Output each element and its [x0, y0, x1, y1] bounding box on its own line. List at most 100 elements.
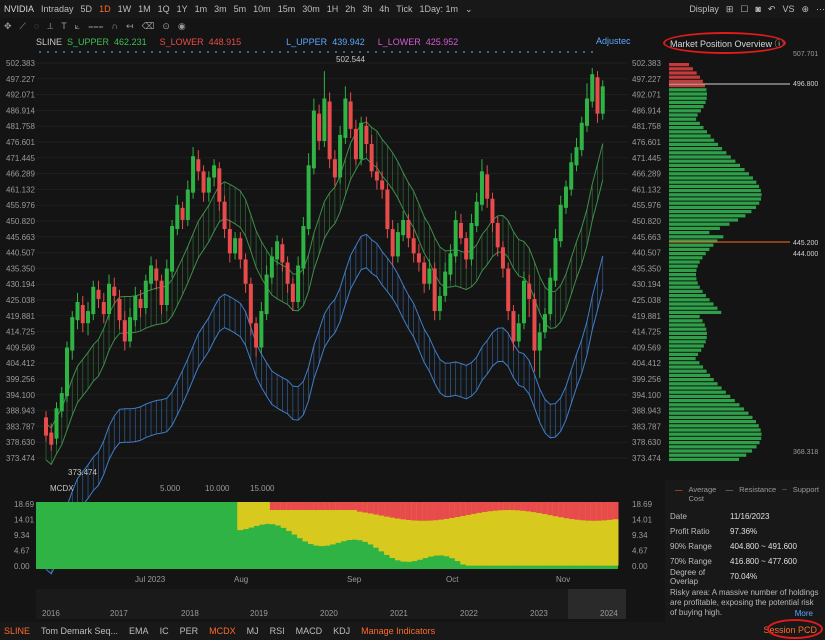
price-axis-label-right: 409.569 — [632, 343, 661, 352]
fib-tool-icon[interactable]: ⩶ — [88, 21, 103, 32]
ind-ema[interactable]: EMA — [129, 626, 149, 636]
legend-average-cost-swatch: — — [675, 485, 683, 494]
candle-body — [422, 262, 427, 284]
candle-body — [54, 408, 59, 439]
ind-mcdx[interactable]: MCDX — [209, 626, 236, 636]
mcdx-yellow-bar — [509, 502, 516, 566]
mpo-level-3: 444.000 — [793, 251, 818, 258]
interval-intraday[interactable]: Intraday — [41, 4, 74, 14]
year-label: 2020 — [320, 609, 338, 618]
profile-bar — [669, 222, 730, 226]
price-axis-label-right: 419.881 — [632, 312, 661, 321]
profile-bar — [669, 92, 707, 96]
interval-30m[interactable]: 30m — [302, 4, 320, 14]
interval-1d[interactable]: 1D — [99, 4, 111, 14]
layout-icon[interactable]: ⊞ — [726, 4, 734, 15]
s-upper-value: 462.231 — [114, 37, 147, 47]
main-chart[interactable]: 502.383 502.383 497.227 497.227 492.071 492.0… — [0, 49, 665, 622]
eraser-icon[interactable]: ⌫ — [142, 21, 155, 32]
shape-tool-icon[interactable]: ◌ — [34, 21, 39, 31]
interval-1m[interactable]: 1M — [138, 4, 151, 14]
ind-ic[interactable]: IC — [160, 626, 169, 636]
crosshair-icon[interactable]: ✥ — [4, 21, 12, 32]
interval-1day-1m[interactable]: 1Day: 1m — [419, 4, 458, 14]
more-icon[interactable]: ⋯ — [816, 4, 825, 15]
profile-bar — [669, 113, 698, 117]
manage-indicators[interactable]: Manage Indicators — [361, 626, 435, 636]
undo-icon[interactable]: ↶ — [768, 4, 776, 15]
profile-bar — [669, 172, 749, 176]
candle-body — [469, 223, 474, 260]
price-axis-label: 399.256 — [6, 375, 35, 384]
vs-button[interactable]: VS — [782, 4, 794, 14]
interval-5d[interactable]: 5D — [81, 4, 93, 14]
magnet-icon[interactable]: ∩ — [112, 21, 118, 31]
chevron-down-icon[interactable]: ⌄ — [465, 4, 473, 15]
interval-1q[interactable]: 1Q — [158, 4, 170, 14]
adjusted-label[interactable]: Adjustec — [596, 36, 631, 46]
price-axis-label: 466.289 — [6, 170, 35, 179]
mcdx-red-bar — [307, 502, 314, 511]
ind-per[interactable]: PER — [180, 626, 199, 636]
signal-dot — [231, 51, 233, 53]
display-button[interactable]: Display — [689, 4, 719, 14]
interval-10m[interactable]: 10m — [253, 4, 271, 14]
interval-1h[interactable]: 1H — [327, 4, 339, 14]
mcdx-yellow-bar — [514, 502, 521, 566]
interval-3h[interactable]: 3h — [362, 4, 372, 14]
mcdx-red-bar — [433, 502, 440, 521]
interval-3m[interactable]: 3m — [214, 4, 227, 14]
price-axis-label-right: 430.194 — [632, 280, 661, 289]
mcdx-red-bar — [297, 502, 304, 511]
signal-dot — [263, 51, 265, 53]
profile-bar — [669, 306, 718, 310]
camera-icon[interactable]: ◙ — [755, 4, 760, 14]
interval-1min[interactable]: 1m — [195, 4, 208, 14]
mcdx-red-bar — [291, 502, 298, 511]
sline-name[interactable]: SLINE — [36, 37, 62, 47]
pattern-tool-icon[interactable]: ⟀ — [75, 21, 80, 32]
ind-sline[interactable]: SLINE — [4, 626, 30, 636]
profile-bar — [669, 411, 749, 415]
price-axis-label: 409.569 — [6, 343, 35, 352]
mcdx-yellow-bar — [498, 502, 505, 566]
price-axis-label-right: 378.630 — [632, 438, 661, 447]
ind-kdj[interactable]: KDJ — [333, 626, 350, 636]
mpo-legend: — Average Cost — Resistance ┈ Support — [665, 480, 825, 509]
signal-dot — [343, 51, 345, 53]
ind-rsi[interactable]: RSI — [270, 626, 285, 636]
mcdx-axis-label: 0.00 — [14, 562, 30, 571]
eye-icon[interactable]: ◉ — [178, 21, 186, 32]
year-label: 2023 — [530, 609, 548, 618]
pin-icon[interactable]: ⊕ — [801, 4, 809, 15]
candle-body — [584, 98, 589, 126]
profile-bar — [669, 344, 704, 348]
ind-mj[interactable]: MJ — [247, 626, 259, 636]
low-label: 373.474 — [68, 468, 97, 477]
profile-bar — [669, 415, 753, 419]
interval-1y[interactable]: 1Y — [177, 4, 188, 14]
interval-5m[interactable]: 5m — [234, 4, 247, 14]
signal-dot — [591, 51, 593, 53]
candle-body — [170, 226, 175, 272]
measure-tool-icon[interactable]: ⟂ — [47, 21, 53, 32]
interval-15m[interactable]: 15m — [278, 4, 296, 14]
symbol-name[interactable]: NVIDIA — [4, 4, 34, 14]
lock-icon[interactable]: ⊙ — [162, 21, 170, 32]
signal-dot — [311, 51, 313, 53]
ind-tom-demark[interactable]: Tom Demark Seq... — [41, 626, 118, 636]
more-link[interactable]: More — [795, 609, 813, 618]
profile-bar — [669, 142, 719, 146]
price-axis-label: 471.445 — [6, 154, 35, 163]
line-tool-icon[interactable]: ⟋ — [20, 21, 26, 32]
year-label: 2017 — [110, 609, 128, 618]
interval-tick[interactable]: Tick — [396, 4, 412, 14]
window-icon[interactable]: ☐ — [740, 4, 748, 15]
arrow-tool-icon[interactable]: ↤ — [126, 21, 134, 32]
interval-2h[interactable]: 2h — [345, 4, 355, 14]
l-lower-value: 425.952 — [425, 37, 459, 47]
ind-macd[interactable]: MACD — [296, 626, 323, 636]
interval-1w[interactable]: 1W — [118, 4, 132, 14]
text-tool-icon[interactable]: T — [61, 21, 67, 31]
interval-4h[interactable]: 4h — [379, 4, 389, 14]
